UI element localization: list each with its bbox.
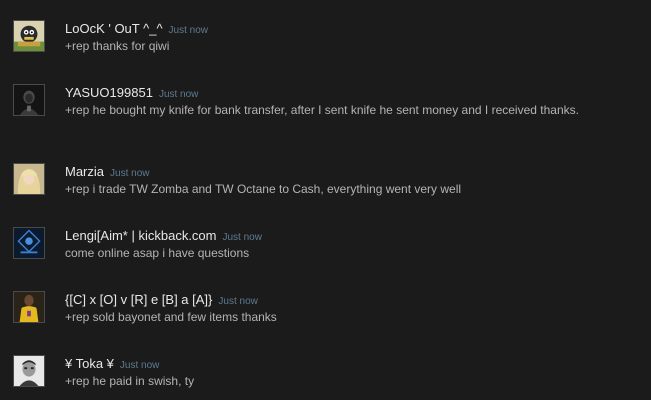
comment-text: +rep thanks for qiwi [65,39,170,53]
athlete-yellow-jersey-avatar-icon[interactable] [13,291,45,323]
blue-logo-avatar-icon[interactable] [13,227,45,259]
comment-header: Lengi[Aim* | kickback.com Just now [65,227,262,245]
comment-author-link[interactable]: LoOcK ' OuT ^_^ [65,21,163,36]
comment-timestamp: Just now [119,360,160,371]
comment-item: ¥ Toka ¥ Just now +rep he paid in swish, … [0,335,651,395]
comment-author-link[interactable]: {[C] x [O] v [R] e [B] a [A]} [65,292,212,307]
dark-hooded-figure-avatar-icon[interactable] [13,84,45,116]
blonde-woman-avatar-icon[interactable] [13,163,45,195]
comment-timestamp: Just now [158,89,199,100]
comment-timestamp: Just now [168,25,209,36]
comment-text: +rep he bought my knife for bank transfe… [65,103,579,117]
comment-timestamp: Just now [110,168,150,179]
cartoon-character-avatar-icon[interactable] [13,20,45,52]
comment-item: LoOcK ' OuT ^_^ Just now +rep thanks for … [0,0,651,60]
comment-header: ¥ Toka ¥ Just now [65,355,159,373]
comment-author-link[interactable]: ¥ Toka ¥ [65,356,114,371]
comment-item: YASUO199851 Just now +rep he bought my kn… [0,64,651,124]
comment-text: +rep sold bayonet and few items thanks [65,310,277,324]
comment-item: Lengi[Aim* | kickback.com Just now come o… [0,207,651,267]
comment-timestamp: Just now [218,296,258,307]
comment-header: {[C] x [O] v [R] e [B] a [A]} Just now [65,291,258,309]
black-white-face-avatar-icon[interactable] [13,355,45,387]
comment-header: YASUO199851 Just now [65,84,198,102]
comment-text: +rep he paid in swish, ty [65,374,195,388]
comment-header: Marzia Just now [65,163,149,181]
comment-text: come online asap i have questions [65,246,250,260]
comment-author-link[interactable]: YASUO199851 [65,85,153,100]
comment-header: LoOcK ' OuT ^_^ Just now [65,20,208,38]
comment-item: Marzia Just now +rep i trade TW Zomba and… [0,143,651,203]
comment-author-link[interactable]: Lengi[Aim* | kickback.com [65,228,217,243]
comment-item: {[C] x [O] v [R] e [B] a [A]} Just now +r… [0,271,651,331]
comment-author-link[interactable]: Marzia [65,164,104,179]
comment-text: +rep i trade TW Zomba and TW Octane to C… [65,182,462,196]
comment-timestamp: Just now [222,232,262,243]
